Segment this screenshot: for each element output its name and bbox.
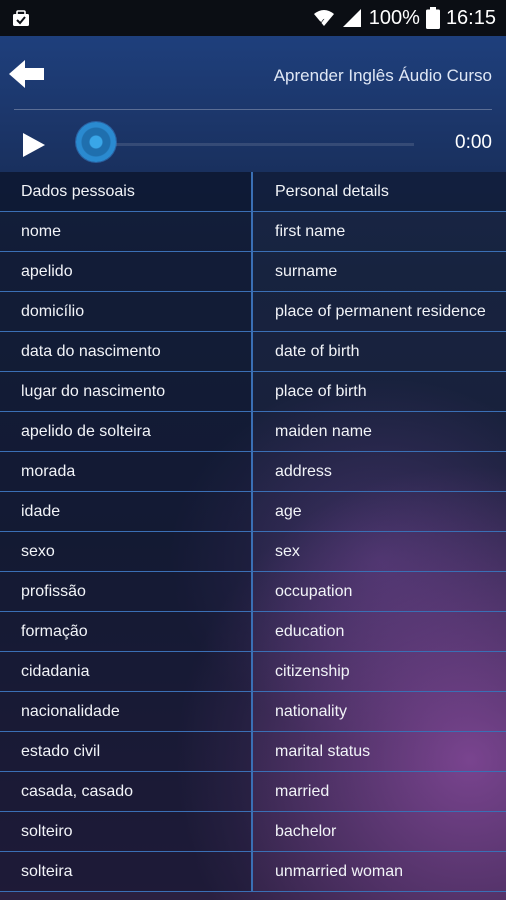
table-heading-row: Dados pessoais Personal details: [0, 172, 506, 212]
play-icon[interactable]: [18, 130, 48, 160]
phrase-portuguese: formação: [0, 612, 253, 651]
table-row[interactable]: idade age: [0, 492, 506, 532]
table-row[interactable]: sexo sex: [0, 532, 506, 572]
phrase-english: first name: [275, 223, 346, 240]
phrase-portuguese: morada: [0, 452, 253, 491]
status-bar: ✓ 100% 16:15: [0, 0, 506, 36]
table-row[interactable]: estado civil marital status: [0, 732, 506, 772]
phrase-english: age: [275, 503, 302, 520]
phrase-english: date of birth: [275, 343, 360, 360]
battery-icon: [425, 7, 440, 29]
table-row[interactable]: morada address: [0, 452, 506, 492]
playback-time: 0:00: [455, 132, 492, 153]
phrase-english: citizenship: [275, 663, 350, 680]
phrase-portuguese: idade: [0, 492, 253, 531]
header-divider: [14, 109, 492, 110]
status-time: 16:15: [445, 6, 496, 29]
phrase-english: address: [275, 463, 332, 480]
phrase-table: Dados pessoais Personal details nome firs…: [0, 172, 506, 892]
phrase-english: unmarried woman: [275, 863, 404, 880]
table-row[interactable]: nacionalidade nationality: [0, 692, 506, 732]
heading-english: Personal details: [275, 183, 389, 200]
phrase-portuguese: sexo: [0, 532, 253, 571]
arrow-left-icon[interactable]: [6, 54, 48, 94]
table-row[interactable]: solteira unmarried woman: [0, 852, 506, 892]
phrase-portuguese: apelido: [0, 252, 253, 291]
table-row[interactable]: data do nascimento date of birth: [0, 332, 506, 372]
phrase-english: education: [275, 623, 345, 640]
table-row[interactable]: nome first name: [0, 212, 506, 252]
table-row[interactable]: solteiro bachelor: [0, 812, 506, 852]
phrase-english: place of permanent residence: [275, 303, 486, 320]
phrase-portuguese: profissão: [0, 572, 253, 611]
phrase-english: married: [275, 783, 330, 800]
svg-text:✓: ✓: [319, 17, 326, 26]
phrase-portuguese: estado civil: [0, 732, 253, 771]
notification-icon: [13, 10, 29, 26]
phrase-portuguese: nome: [0, 212, 253, 251]
phrase-english: nationality: [275, 703, 348, 720]
phrase-english: maiden name: [275, 423, 372, 440]
app-title: Aprender Inglês Áudio Curso: [273, 66, 492, 85]
phrase-english: surname: [275, 263, 338, 280]
table-row[interactable]: apelido surname: [0, 252, 506, 292]
table-row[interactable]: domicílio place of permanent residence: [0, 292, 506, 332]
table-row[interactable]: formação education: [0, 612, 506, 652]
phrase-portuguese: data do nascimento: [0, 332, 253, 371]
phrase-portuguese: solteiro: [0, 812, 253, 851]
phrase-portuguese: lugar do nascimento: [0, 372, 253, 411]
phrase-portuguese: solteira: [0, 852, 253, 891]
table-row[interactable]: apelido de solteira maiden name: [0, 412, 506, 452]
seek-knob[interactable]: [76, 122, 116, 162]
battery-percent: 100%: [368, 6, 420, 29]
phrase-portuguese: casada, casado: [0, 772, 253, 811]
seek-bar[interactable]: [96, 143, 414, 146]
phrase-english: bachelor: [275, 823, 337, 840]
phrase-portuguese: apelido de solteira: [0, 412, 253, 451]
table-row[interactable]: profissão occupation: [0, 572, 506, 612]
signal-icon: [342, 9, 361, 27]
table-row[interactable]: lugar do nascimento place of birth: [0, 372, 506, 412]
phrase-english: occupation: [275, 583, 353, 600]
phrase-portuguese: nacionalidade: [0, 692, 253, 731]
table-row[interactable]: casada, casado married: [0, 772, 506, 812]
wifi-icon: ✓: [313, 10, 334, 26]
phrase-english: marital status: [275, 743, 371, 760]
app-header: Aprender Inglês Áudio Curso 0:00: [0, 36, 506, 172]
phrase-portuguese: cidadania: [0, 652, 253, 691]
phrase-portuguese: domicílio: [0, 292, 253, 331]
phrase-english: place of birth: [275, 383, 367, 400]
heading-portuguese: Dados pessoais: [0, 172, 253, 211]
phrase-english: sex: [275, 543, 300, 560]
table-row[interactable]: cidadania citizenship: [0, 652, 506, 692]
